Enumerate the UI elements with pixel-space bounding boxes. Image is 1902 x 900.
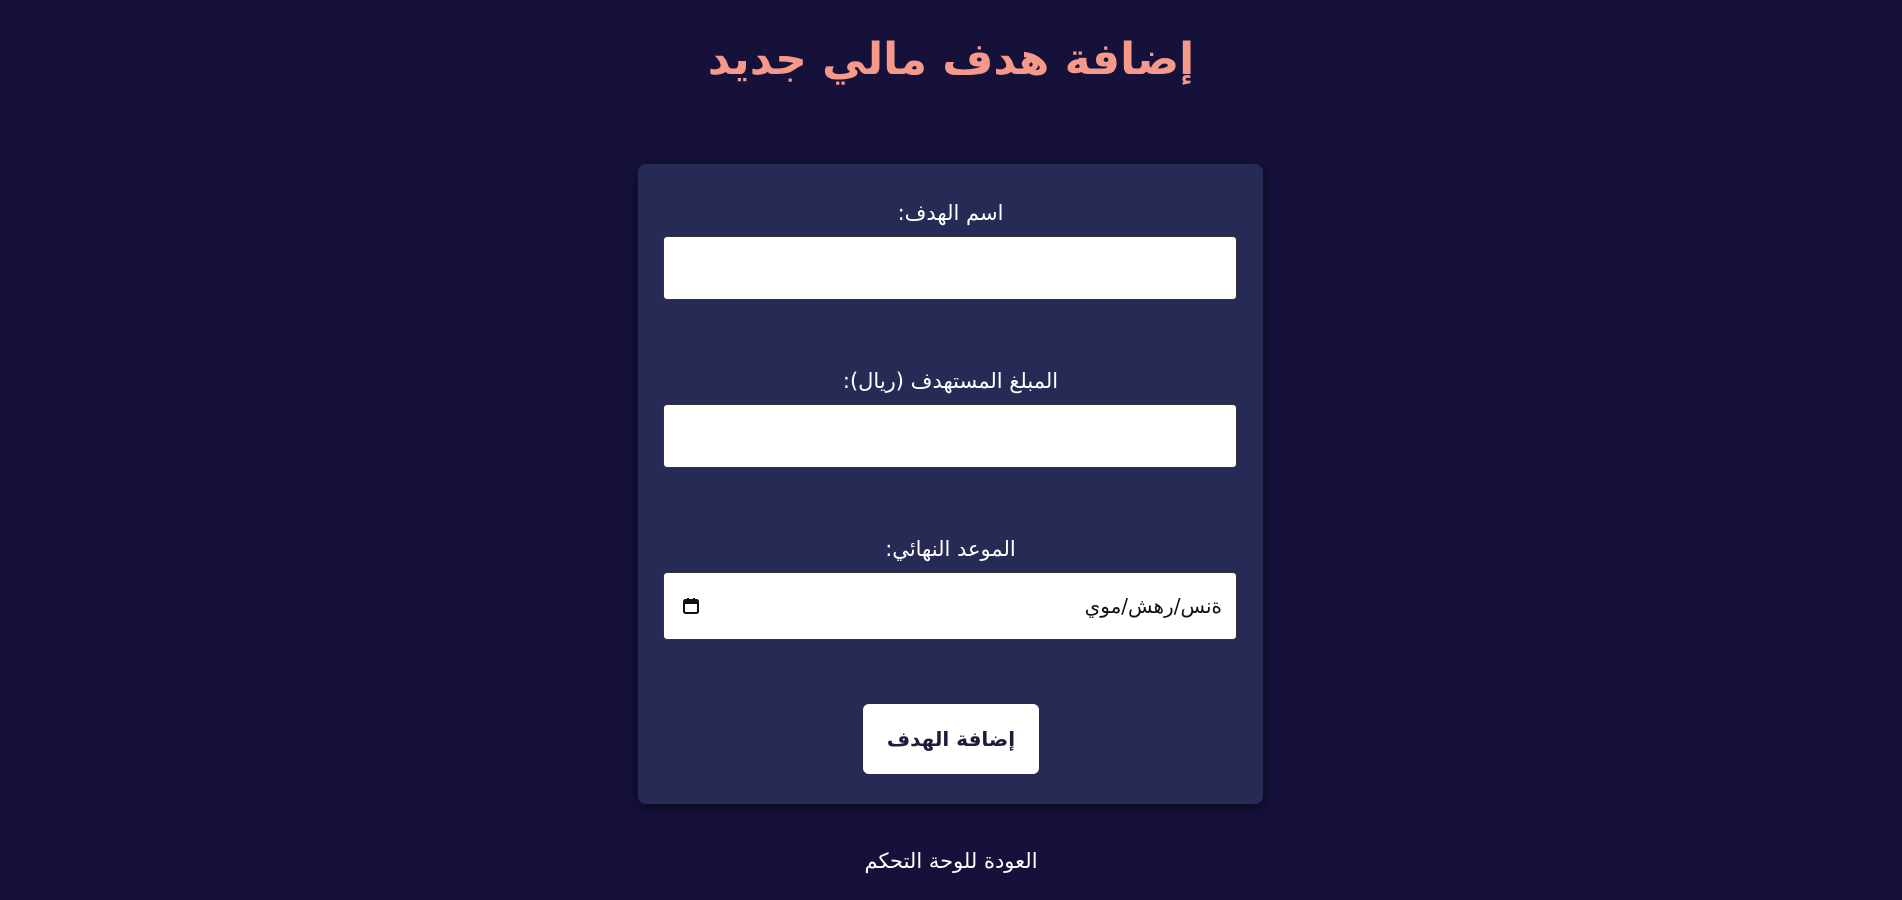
goal-name-label: اسم الهدف: — [897, 201, 1004, 225]
deadline-date-placeholder: ةنس/رهش/موي — [1084, 594, 1222, 618]
deadline-label: الموعد النهائي: — [885, 537, 1016, 561]
add-goal-button[interactable]: إضافة الهدف — [863, 704, 1039, 774]
goal-name-input[interactable] — [663, 236, 1237, 300]
page-title: إضافة هدف مالي جديد — [707, 34, 1195, 85]
calendar-icon[interactable] — [682, 597, 700, 615]
target-amount-input[interactable] — [663, 404, 1237, 468]
add-goal-form: اسم الهدف: المبلغ المستهدف (ريال): الموع… — [638, 164, 1263, 804]
back-to-dashboard-link[interactable]: العودة للوحة التحكم — [0, 846, 1902, 876]
deadline-date-input[interactable]: ةنس/رهش/موي — [663, 572, 1237, 640]
target-amount-label: المبلغ المستهدف (ريال): — [842, 369, 1059, 393]
